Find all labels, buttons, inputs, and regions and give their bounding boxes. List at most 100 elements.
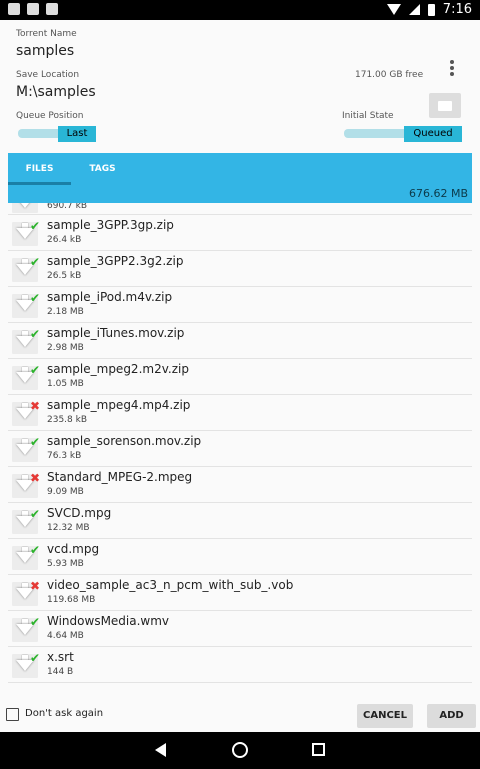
file-name: sample_iPod.m4v.zip xyxy=(47,290,173,304)
app-notification-icon xyxy=(8,3,20,15)
file-name: sample_sorenson.mov.zip xyxy=(47,434,202,448)
file-row[interactable]: ✔ x.srt 144 B xyxy=(8,647,472,683)
dont-ask-label[interactable]: Don't ask again xyxy=(25,708,103,719)
file-size: 144 B xyxy=(47,667,74,677)
check-icon: ✔ xyxy=(29,507,40,521)
file-size: 26.5 kB xyxy=(47,271,82,281)
file-row[interactable]: ✔ sample_iPod.m4v.zip 2.18 MB xyxy=(8,287,472,323)
check-icon: ✔ xyxy=(29,651,40,665)
dialog-footer: Don't ask again CANCEL ADD xyxy=(0,700,480,732)
download-selected-icon[interactable]: ✔ xyxy=(12,507,40,534)
battery-icon xyxy=(427,3,435,16)
download-skipped-icon[interactable]: ✖ xyxy=(12,579,40,606)
file-size: 9.09 MB xyxy=(47,487,84,497)
check-icon: ✔ xyxy=(29,219,40,233)
folder-icon xyxy=(438,101,452,111)
download-selected-icon[interactable]: ✔ xyxy=(12,327,40,354)
file-name: video_sample_ac3_n_pcm_with_sub_.vob xyxy=(47,578,294,592)
check-icon: ✔ xyxy=(29,435,40,449)
torrent-details-header: Torrent Name samples Save Location 171.0… xyxy=(0,20,480,153)
file-name: SVCD.mpg xyxy=(47,506,112,520)
download-selected-icon[interactable]: ✔ xyxy=(12,651,40,678)
check-icon: ✔ xyxy=(29,291,40,305)
file-row[interactable]: ✔ WindowsMedia.wmv 4.64 MB xyxy=(8,611,472,647)
initial-state-label: Initial State xyxy=(342,111,394,121)
status-bar: 7:16 xyxy=(0,0,480,20)
download-selected-icon[interactable]: ✔ xyxy=(12,256,40,282)
file-row[interactable]: ✔ sample_3GPP.3gp.zip 26.4 kB xyxy=(8,215,472,251)
clock: 7:16 xyxy=(442,2,472,17)
download-selected-icon[interactable]: ✔ xyxy=(12,219,40,246)
android-notification-icon xyxy=(27,3,39,15)
file-row[interactable]: ✔ sample_iTunes.mov.zip 2.98 MB xyxy=(8,323,472,359)
download-skipped-icon[interactable]: ✖ xyxy=(12,399,40,426)
file-row[interactable]: ✖ sample_mpeg4.mp4.zip 235.8 kB xyxy=(8,395,472,431)
download-selected-icon[interactable]: ✔ xyxy=(12,291,40,318)
file-row[interactable]: ✔ sample_mpeg2.m2v.zip 1.05 MB xyxy=(8,359,472,395)
file-size: 76.3 kB xyxy=(47,451,82,461)
torrent-name-label: Torrent Name xyxy=(16,29,77,39)
file-name: sample_3GPP.3gp.zip xyxy=(47,218,174,232)
check-icon: ✔ xyxy=(29,363,40,377)
x-icon: ✖ xyxy=(29,471,40,485)
dont-ask-checkbox[interactable] xyxy=(6,708,19,721)
choose-folder-button[interactable] xyxy=(429,93,461,118)
overflow-menu-icon[interactable] xyxy=(449,60,455,78)
file-size: 12.32 MB xyxy=(47,523,90,533)
file-name: sample_mpeg2.m2v.zip xyxy=(47,362,189,376)
file-row[interactable]: ✔ sample_3GPP2.3g2.zip 26.5 kB xyxy=(8,251,472,287)
file-name: vcd.mpg xyxy=(47,542,100,556)
wifi-icon xyxy=(386,4,401,15)
file-size: 5.93 MB xyxy=(47,559,84,569)
check-icon: ✔ xyxy=(29,615,40,629)
download-selected-icon[interactable]: ✔ xyxy=(12,363,40,390)
file-size: 2.18 MB xyxy=(47,307,84,317)
file-size: 235.8 kB xyxy=(47,415,88,425)
file-name: sample_iTunes.mov.zip xyxy=(47,326,185,340)
x-icon: ✖ xyxy=(29,399,40,413)
image-notification-icon xyxy=(46,3,58,15)
file-size: 1.05 MB xyxy=(47,379,84,389)
file-row[interactable]: ✔ SVCD.mpg 12.32 MB xyxy=(8,503,472,539)
download-selected-icon[interactable]: ✔ xyxy=(12,615,40,642)
file-name: Standard_MPEG-2.mpeg xyxy=(47,470,193,484)
file-row[interactable]: ✖ video_sample_ac3_n_pcm_with_sub_.vob 119… xyxy=(8,575,472,611)
tab-files[interactable]: FILES xyxy=(8,153,71,185)
initial-state-value: Queued xyxy=(404,126,462,142)
file-row[interactable]: ✖ Standard_MPEG-2.mpeg 9.09 MB xyxy=(8,467,472,503)
queue-position-toggle[interactable]: Last xyxy=(18,126,96,142)
total-size-bar: 676.62 MB xyxy=(8,185,472,203)
file-name: sample_mpeg4.mp4.zip xyxy=(47,398,191,412)
check-icon: ✔ xyxy=(29,543,40,557)
file-name: WindowsMedia.wmv xyxy=(47,614,170,628)
download-selected-icon[interactable]: ✔ xyxy=(12,543,40,570)
file-name: x.srt xyxy=(47,650,74,664)
torrent-name-value[interactable]: samples xyxy=(16,43,74,59)
download-selected-icon[interactable]: ✔ xyxy=(12,203,38,213)
queue-position-value: Last xyxy=(58,126,96,142)
add-button[interactable]: ADD xyxy=(427,704,476,728)
download-skipped-icon[interactable]: ✖ xyxy=(12,471,40,498)
download-selected-icon[interactable]: ✔ xyxy=(12,435,40,462)
initial-state-toggle[interactable]: Queued xyxy=(344,126,462,142)
recents-icon[interactable] xyxy=(312,743,325,756)
queue-position-label: Queue Position xyxy=(16,111,84,121)
back-icon[interactable] xyxy=(155,743,166,757)
file-row[interactable]: ✔ 690.7 kB xyxy=(8,203,472,215)
signal-icon xyxy=(408,4,420,15)
tab-tags[interactable]: TAGS xyxy=(71,153,134,185)
file-size: 26.4 kB xyxy=(47,235,82,245)
file-size: 2.98 MB xyxy=(47,343,84,353)
file-size: 4.64 MB xyxy=(47,631,84,641)
home-icon[interactable] xyxy=(232,742,248,758)
file-row[interactable]: ✔ vcd.mpg 5.93 MB xyxy=(8,539,472,575)
cancel-button[interactable]: CANCEL xyxy=(357,704,413,728)
check-icon: ✔ xyxy=(29,327,40,341)
total-size: 676.62 MB xyxy=(408,187,468,200)
x-icon: ✖ xyxy=(29,579,40,593)
file-name: sample_3GPP2.3g2.zip xyxy=(47,254,184,268)
file-list[interactable]: ✔ 690.7 kB ✔ sample_3GPP.3gp.zip 26.4 kB ✔ sam… xyxy=(8,203,472,684)
save-location-value[interactable]: M:\samples xyxy=(16,84,96,100)
file-row[interactable]: ✔ sample_sorenson.mov.zip 76.3 kB xyxy=(8,431,472,467)
file-size: 690.7 kB xyxy=(47,203,88,211)
